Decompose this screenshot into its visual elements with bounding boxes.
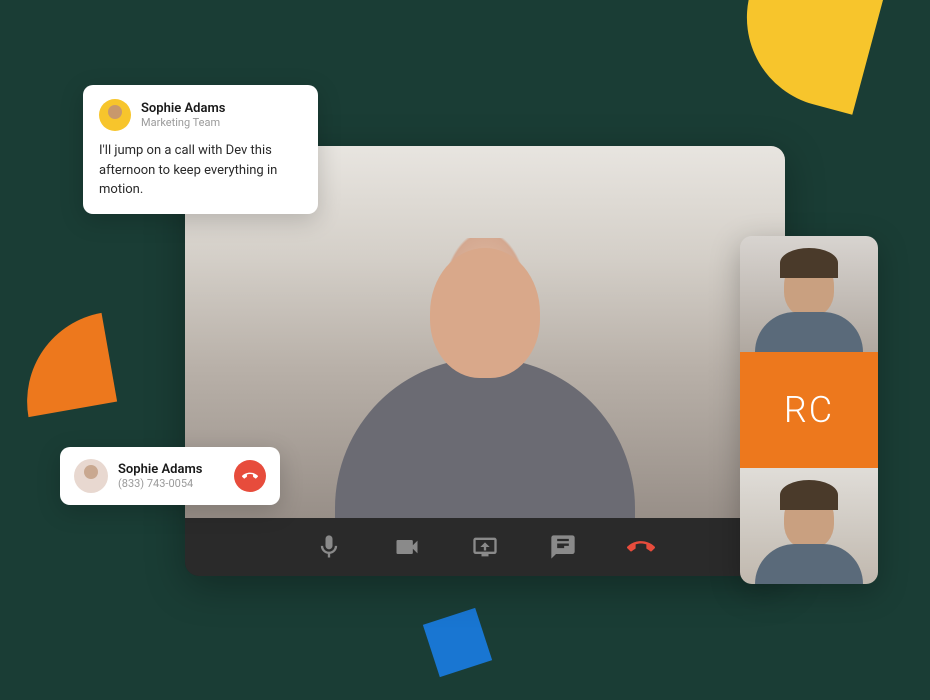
decorative-shape-orange	[13, 313, 117, 417]
chat-sender-name: Sophie Adams	[141, 101, 225, 116]
decorative-shape-blue	[423, 608, 492, 677]
chat-icon[interactable]	[549, 533, 577, 561]
caller-phone: (833) 743-0054	[118, 477, 224, 490]
chat-header: Sophie Adams Marketing Team	[99, 99, 302, 131]
participant-tile[interactable]	[740, 468, 878, 584]
caller-name: Sophie Adams	[118, 462, 224, 477]
avatar	[99, 99, 131, 131]
speaker-video	[365, 238, 605, 518]
call-control-bar	[185, 518, 785, 576]
chat-message-card: Sophie Adams Marketing Team I'll jump on…	[83, 85, 318, 214]
participant-video	[784, 488, 834, 548]
chat-message-body: I'll jump on a call with Dev this aftern…	[99, 141, 302, 200]
end-call-button[interactable]	[234, 460, 266, 492]
end-call-icon[interactable]	[627, 533, 655, 561]
phone-hangup-icon	[242, 468, 258, 484]
participant-tile[interactable]	[740, 236, 878, 352]
participant-tile-initials[interactable]: RC	[740, 352, 878, 468]
screen-share-icon[interactable]	[471, 533, 499, 561]
decorative-shape-yellow	[727, 0, 884, 115]
incoming-call-card: Sophie Adams (833) 743-0054	[60, 447, 280, 505]
avatar	[74, 459, 108, 493]
participant-video	[784, 256, 834, 316]
chat-sender-subtitle: Marketing Team	[141, 116, 225, 129]
video-camera-icon[interactable]	[393, 533, 421, 561]
microphone-icon[interactable]	[315, 533, 343, 561]
participants-panel: RC	[740, 236, 878, 584]
participant-initials: RC	[784, 389, 834, 431]
